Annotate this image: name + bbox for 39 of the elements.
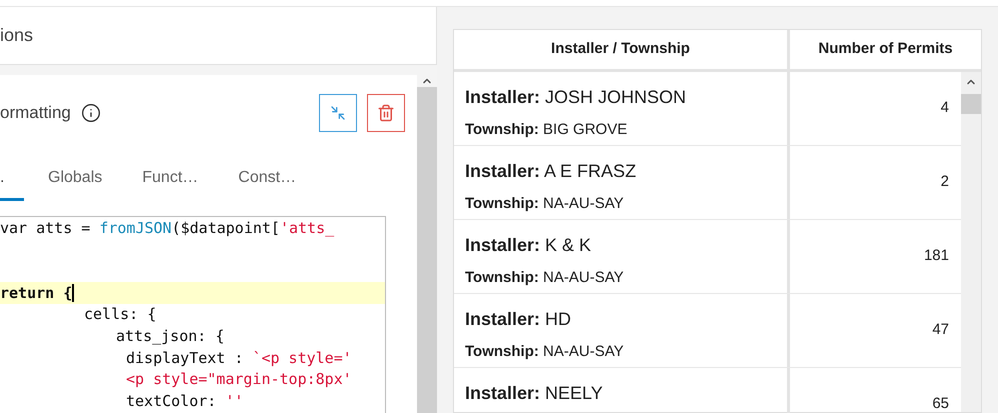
- code-line: textColor: '': [126, 391, 244, 412]
- scrollbar[interactable]: [417, 75, 437, 413]
- column-header: Number of Permits: [817, 39, 954, 60]
- code-editor[interactable]: var atts = fromJSON($datapoint['atts_ return { cells: { atts_json: { displayText : `<p style=' <p style="margin-top:8px' textColor: '': [0, 216, 386, 413]
- township-text: Township: BIG GROVE: [465, 120, 628, 140]
- permit-count: 65: [932, 394, 949, 413]
- tab[interactable]: .: [0, 162, 24, 201]
- code-line: displayText : `<p style=': [126, 348, 352, 369]
- scrollbar[interactable]: [961, 72, 981, 412]
- panel-title: ions: [0, 24, 34, 47]
- township-text: Township: NA-AU-SAY: [465, 268, 625, 288]
- permit-count: 47: [932, 320, 949, 340]
- installer-text: Installer: JOSH JOHNSON: [465, 86, 688, 109]
- installer-text: Installer: A E FRASZ: [465, 160, 638, 183]
- section-title: ormatting: [0, 102, 71, 124]
- tab[interactable]: Const…: [222, 162, 312, 201]
- installer-text: Installer: NEELY: [465, 382, 604, 405]
- tab[interactable]: Globals: [32, 162, 118, 201]
- delete-button[interactable]: [367, 94, 405, 132]
- permit-count: 181: [924, 246, 949, 266]
- info-icon[interactable]: [80, 103, 101, 123]
- permit-count: 2: [940, 172, 949, 192]
- code-line: return {: [0, 282, 72, 304]
- column-header: Installer / Township: [454, 30, 790, 69]
- text-cursor: [72, 284, 74, 302]
- collapse-button[interactable]: [319, 94, 357, 132]
- diagonal-arrows-icon: [330, 105, 346, 121]
- installer-text: Installer: HD: [465, 308, 572, 331]
- tab[interactable]: Funct…: [126, 162, 214, 201]
- township-text: Township: NA-AU-SAY: [465, 194, 625, 214]
- code-line: var atts = fromJSON($datapoint['atts_: [0, 218, 334, 239]
- scrollbar-thumb[interactable]: [961, 94, 981, 114]
- code-line: atts_json: {: [116, 326, 224, 348]
- installer-text: Installer: K & K: [465, 234, 592, 257]
- code-line: <p style="margin-top:8px': [126, 369, 352, 390]
- permit-count: 4: [940, 98, 949, 118]
- trash-icon[interactable]: [377, 104, 395, 122]
- township-text: Township: NA-AU-SAY: [465, 342, 625, 362]
- code-line: cells: {: [84, 304, 156, 326]
